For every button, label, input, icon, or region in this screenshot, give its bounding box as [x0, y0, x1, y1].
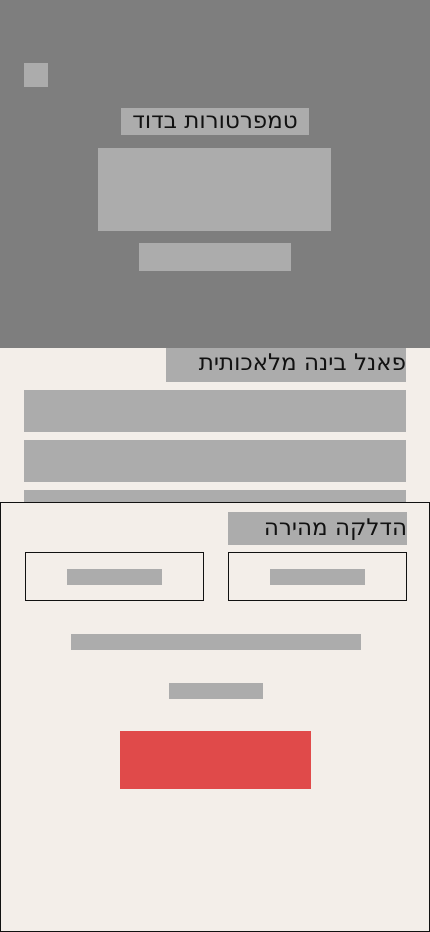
option-label — [270, 569, 365, 585]
quick-ignite-title: הדלקה מהירה — [228, 512, 407, 545]
duration-value — [169, 683, 263, 699]
ignite-button[interactable] — [120, 731, 311, 789]
quick-ignite-option[interactable] — [228, 552, 407, 601]
ai-panel-row[interactable] — [24, 440, 406, 482]
ai-panel-row[interactable] — [24, 490, 406, 502]
ai-panel-title: פאנל בינה מלאכותית — [166, 348, 406, 382]
quick-ignite-sheet: הדלקה מהירה — [0, 502, 430, 932]
ai-panel-row[interactable] — [24, 390, 406, 432]
temperature-display — [98, 148, 331, 231]
option-label — [67, 569, 162, 585]
quick-ignite-option[interactable] — [25, 552, 204, 601]
menu-icon[interactable] — [24, 63, 48, 87]
header: טמפרטורות בדוד — [0, 0, 430, 348]
temperature-status — [139, 243, 291, 271]
page-title: טמפרטורות בדוד — [121, 108, 309, 135]
duration-slider[interactable] — [71, 634, 361, 650]
